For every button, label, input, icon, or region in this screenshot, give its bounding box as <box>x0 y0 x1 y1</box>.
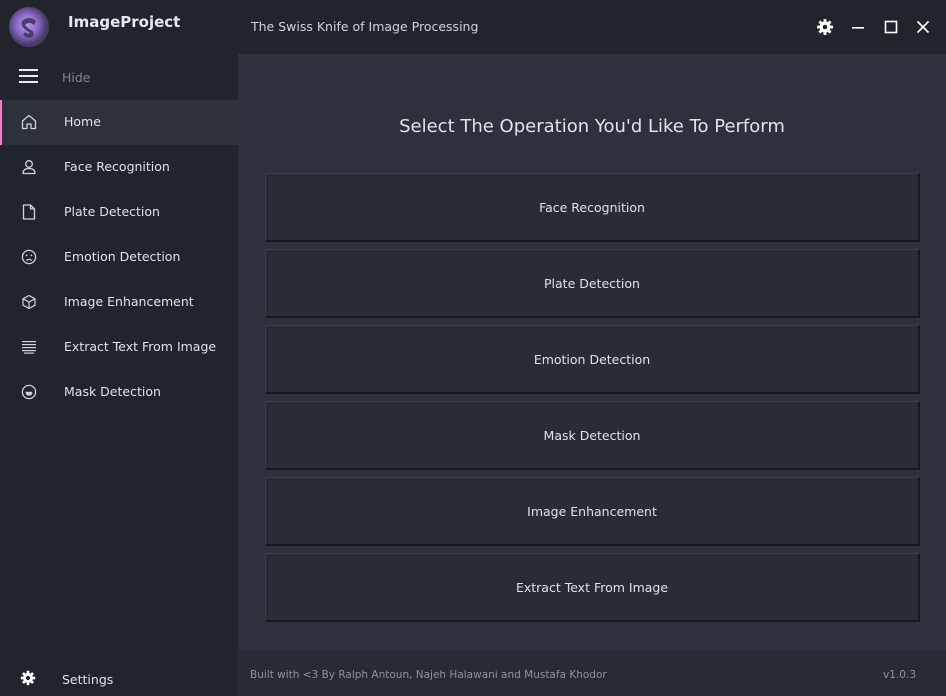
mask-detection-button[interactable]: Mask Detection <box>265 401 920 470</box>
sidebar-item-label: Home <box>64 114 101 129</box>
main-content: Select The Operation You'd Like To Perfo… <box>238 54 946 650</box>
menu-toggle-label: Hide <box>62 70 91 85</box>
sidebar-item-label: Face Recognition <box>64 159 170 174</box>
minimize-icon[interactable] <box>848 17 868 37</box>
sidebar-item-label: Image Enhancement <box>64 294 194 309</box>
hamburger-menu-icon <box>19 68 38 88</box>
settings-label: Settings <box>62 672 114 687</box>
footer: Built with <3 By Ralph Antoun, Najeh Hal… <box>238 650 946 696</box>
version-label: v1.0.3 <box>883 669 916 681</box>
sidebar-item-image-enhancement[interactable]: Image Enhancement <box>0 280 238 325</box>
sad-face-icon <box>20 248 38 266</box>
settings-icon[interactable] <box>815 17 835 37</box>
text-lines-icon <box>20 338 38 356</box>
gear-icon <box>19 669 37 691</box>
cube-icon <box>20 293 38 311</box>
sidebar-item-plate-detection[interactable]: Plate Detection <box>0 190 238 235</box>
image-enhancement-button[interactable]: Image Enhancement <box>265 477 920 546</box>
sidebar-item-label: Extract Text From Image <box>64 339 217 354</box>
close-icon[interactable] <box>913 17 933 37</box>
extract-text-button[interactable]: Extract Text From Image <box>265 553 920 622</box>
sidebar-item-emotion-detection[interactable]: Emotion Detection <box>0 235 238 280</box>
face-recognition-button[interactable]: Face Recognition <box>265 173 920 242</box>
sidebar-item-label: Plate Detection <box>64 204 160 219</box>
plate-detection-button[interactable]: Plate Detection <box>265 249 920 318</box>
sidebar-item-label: Emotion Detection <box>64 249 181 264</box>
home-icon <box>20 113 38 131</box>
page-title: Select The Operation You'd Like To Perfo… <box>399 116 785 137</box>
sidebar-item-face-recognition[interactable]: Face Recognition <box>0 145 238 190</box>
sidebar: Hide Home Face Recognition Plate Detecti… <box>0 54 238 696</box>
app-name: ImageProject <box>68 13 181 31</box>
app-logo-icon <box>9 7 49 47</box>
sidebar-item-label: Mask Detection <box>64 384 161 399</box>
smile-face-icon <box>20 383 38 401</box>
sidebar-item-home[interactable]: Home <box>0 100 238 145</box>
credits-text: Built with <3 By Ralph Antoun, Najeh Hal… <box>250 669 607 681</box>
menu-toggle-button[interactable]: Hide <box>0 54 238 100</box>
emotion-detection-button[interactable]: Emotion Detection <box>265 325 920 394</box>
title-bar: ImageProject The Swiss Knife of Image Pr… <box>0 0 946 54</box>
document-icon <box>20 203 38 221</box>
sidebar-item-mask-detection[interactable]: Mask Detection <box>0 370 238 415</box>
app-subtitle: The Swiss Knife of Image Processing <box>251 19 479 34</box>
maximize-icon[interactable] <box>881 17 901 37</box>
user-icon <box>20 158 38 176</box>
sidebar-item-settings[interactable]: Settings <box>0 656 238 696</box>
sidebar-item-extract-text[interactable]: Extract Text From Image <box>0 325 238 370</box>
